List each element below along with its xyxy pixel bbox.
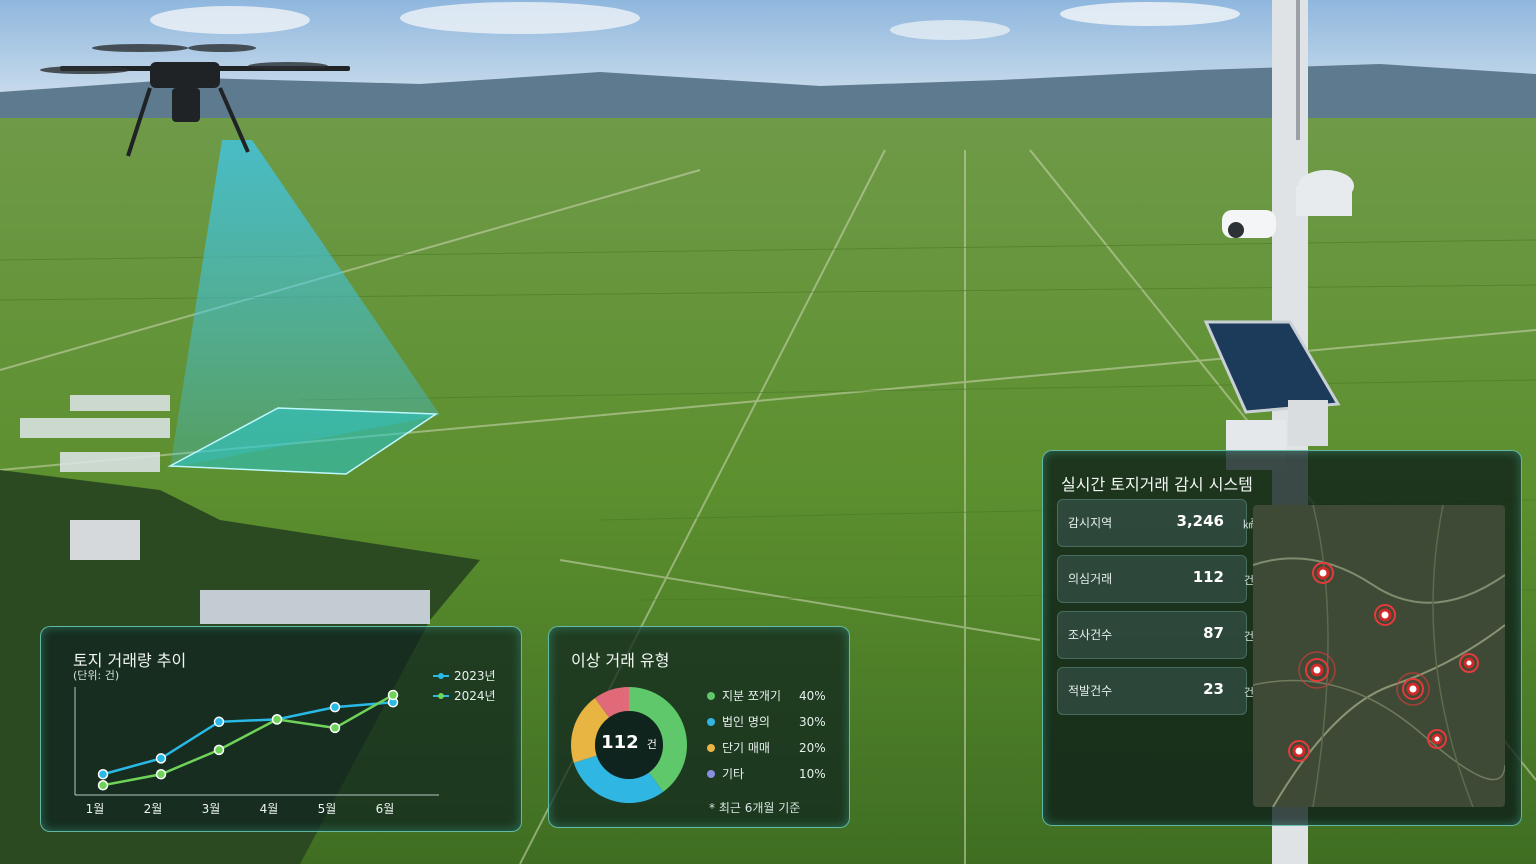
x-tick-label: 5월 [318, 802, 337, 816]
data-point [213, 744, 225, 756]
data-point [387, 689, 399, 701]
stat-value: 23 [1203, 680, 1224, 698]
x-tick-label: 2월 [144, 802, 163, 816]
type-legend-pct: 40% [799, 688, 826, 703]
data-point [155, 753, 167, 764]
monitor-panel: 실시간 토지거래 감시 시스템 감시지역 3,246 ㎢ 의심거래 112 건 … [1042, 450, 1522, 826]
type-legend-pct: 20% [799, 740, 826, 755]
data-point [97, 779, 109, 791]
stat-value: 112 [1192, 568, 1224, 586]
type-legend-item: 기타 10% [707, 765, 837, 782]
stat-label: 적발건수 [1068, 684, 1113, 698]
stat-card-suspicious: 의심거래 112 건 [1057, 555, 1254, 603]
stat-value: 3,246 [1176, 512, 1224, 530]
data-point [155, 769, 167, 780]
stat-label: 조사건수 [1068, 628, 1113, 642]
series-line [102, 693, 394, 787]
type-legend-dot [707, 717, 715, 726]
type-legend-item: 지분 쪼개기 40% [707, 687, 837, 704]
type-legend-label: 법인 명의 [722, 715, 770, 729]
x-tick-label: 1월 [86, 802, 105, 816]
satellite-map[interactable] [1253, 505, 1505, 807]
x-tick-label: 4월 [260, 802, 279, 816]
type-legend-label: 단기 매매 [722, 741, 770, 755]
type-legend-label: 지분 쪼개기 [722, 689, 782, 703]
data-point [329, 722, 341, 734]
donut-center-value: 112 [601, 732, 639, 753]
donut-center-unit: 건 [646, 738, 657, 751]
data-point [97, 769, 109, 780]
type-footnote: * 최근 6개월 기준 [709, 801, 801, 815]
series-line [102, 701, 394, 776]
type-legend-pct: 30% [799, 714, 826, 729]
type-legend-pct: 10% [799, 766, 826, 781]
type-legend-item: 법인 명의 30% [707, 713, 837, 730]
stat-card-detections: 적발건수 23 건 [1057, 667, 1254, 715]
stat-label: 의심거래 [1068, 572, 1113, 586]
trend-panel: 토지 거래량 추이 (단위: 건) 2023년 2024년 1월 2월 3월 4월 5월… [40, 626, 522, 832]
trend-line-chart: 1월 2월 3월 4월 5월 6월 [74, 687, 439, 816]
stat-card-investigations: 조사건수 87 건 [1057, 611, 1254, 659]
type-panel: 이상 거래 유형 112 건 지분 쪼개기 40% 법인 명의 30% 단기 매… [548, 626, 850, 828]
type-legend-label: 기타 [722, 767, 745, 781]
x-tick-label: 6월 [376, 802, 395, 816]
donut-center: 112 건 [567, 732, 691, 753]
x-tick-label: 3월 [202, 802, 221, 816]
data-point [271, 714, 283, 725]
type-legend-dot [707, 743, 715, 752]
type-legend-dot [707, 691, 715, 700]
type-panel-title: 이상 거래 유형 [571, 651, 670, 670]
data-point [329, 701, 341, 713]
type-legend-item: 단기 매매 20% [707, 739, 837, 756]
stat-value: 87 [1203, 624, 1224, 642]
type-legend-dot [707, 769, 715, 778]
stat-label: 감시지역 [1068, 516, 1113, 530]
monitor-panel-title: 실시간 토지거래 감시 시스템 [1061, 475, 1253, 494]
stat-card-area: 감시지역 3,246 ㎢ [1057, 499, 1254, 547]
data-point [213, 716, 225, 728]
